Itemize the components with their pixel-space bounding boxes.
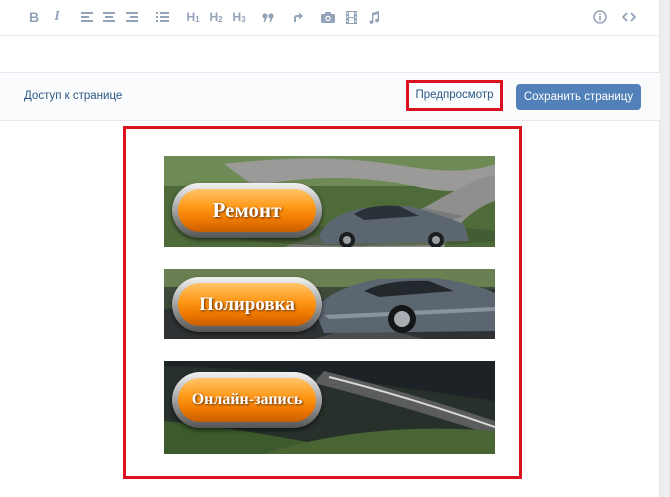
align-right-icon[interactable] xyxy=(125,8,139,26)
bold-button[interactable]: B xyxy=(27,8,41,26)
heading-1-button[interactable]: H1 xyxy=(185,8,201,26)
pill-face: Онлайн-запись xyxy=(178,378,316,422)
heading-2-button[interactable]: H2 xyxy=(208,8,224,26)
online-booking-label: Онлайн-запись xyxy=(191,391,303,408)
polishing-banner[interactable]: Полировка xyxy=(164,269,495,339)
align-left-icon[interactable] xyxy=(80,8,94,26)
wiki-editor: B I H1 H2 H3 Доступ к странице Предпросм… xyxy=(0,0,660,497)
online-booking-pill-button[interactable]: Онлайн-запись xyxy=(172,372,322,428)
page-action-bar: Доступ к странице Предпросмотр Сохранить… xyxy=(0,73,660,121)
preview-button[interactable]: Предпросмотр xyxy=(409,84,500,106)
pill-face: Ремонт xyxy=(178,189,316,232)
repair-label: Ремонт xyxy=(212,198,282,222)
align-center-icon[interactable] xyxy=(102,8,116,26)
repair-pill-button[interactable]: Ремонт xyxy=(172,183,322,238)
camera-icon[interactable] xyxy=(320,8,336,26)
link-arrow-icon[interactable] xyxy=(291,8,305,26)
formatting-toolbar: B I H1 H2 H3 xyxy=(0,0,660,36)
pill-face: Полировка xyxy=(178,283,316,326)
quote-icon[interactable] xyxy=(261,8,275,26)
save-page-button[interactable]: Сохранить страницу xyxy=(516,84,641,110)
online-booking-banner[interactable]: Онлайн-запись xyxy=(164,361,495,454)
list-icon[interactable] xyxy=(155,8,169,26)
code-icon[interactable] xyxy=(620,8,638,26)
polishing-pill-button[interactable]: Полировка xyxy=(172,277,322,332)
music-note-icon[interactable] xyxy=(367,8,381,26)
page-access-link[interactable]: Доступ к странице xyxy=(24,90,122,102)
editor-text-area[interactable] xyxy=(0,37,660,73)
info-icon[interactable] xyxy=(592,8,608,26)
film-icon[interactable] xyxy=(344,8,358,26)
heading-3-button[interactable]: H3 xyxy=(231,8,247,26)
repair-banner[interactable]: Ремонт xyxy=(164,156,495,247)
polishing-label: Полировка xyxy=(199,293,295,315)
italic-button[interactable]: I xyxy=(50,8,64,26)
